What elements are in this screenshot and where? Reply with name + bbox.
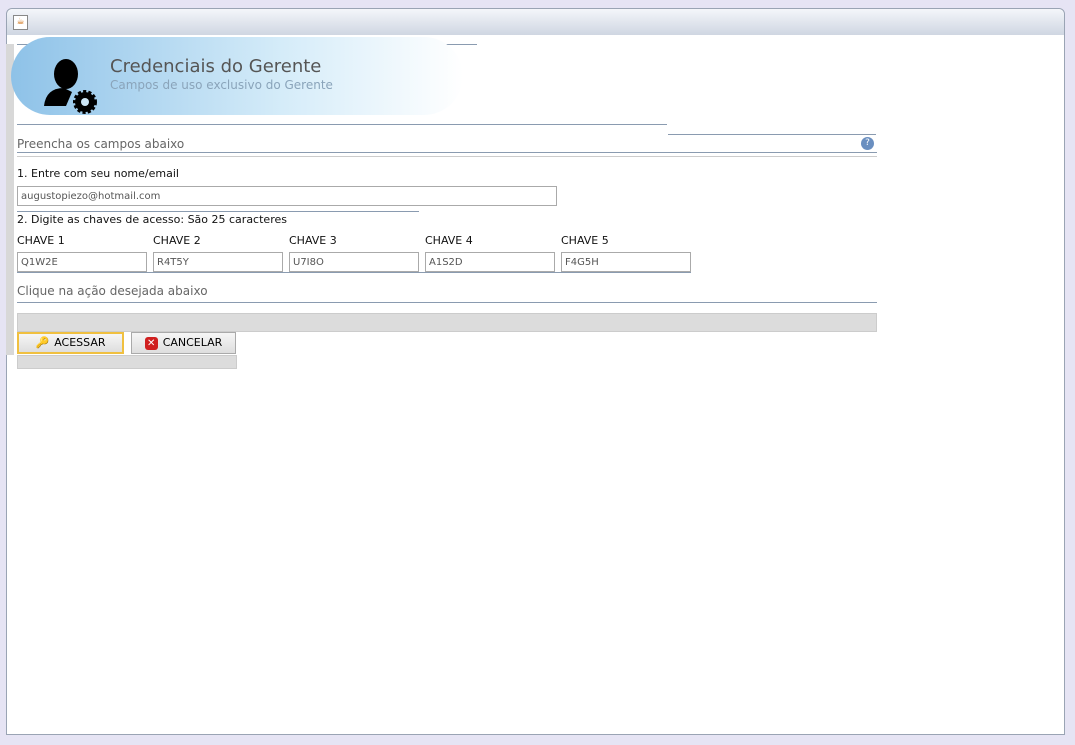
key-4-label: CHAVE 4 — [425, 234, 473, 247]
key-3-input[interactable]: U7I8O — [289, 252, 419, 272]
panel-footer — [17, 355, 237, 369]
cancel-button[interactable]: ✕ CANCELAR — [131, 332, 236, 354]
cancel-icon: ✕ — [144, 336, 158, 350]
key-5-input[interactable]: F4G5H — [561, 252, 691, 272]
title-bar: ☕ — [7, 9, 1064, 35]
key-2-input[interactable]: R4T5Y — [153, 252, 283, 272]
key-3-label: CHAVE 3 — [289, 234, 337, 247]
section-fill-fields: Preencha os campos abaixo — [17, 137, 185, 151]
help-icon[interactable]: ? — [861, 137, 874, 150]
key-1-input[interactable]: Q1W2E — [17, 252, 147, 272]
access-button[interactable]: 🔑 ACESSAR — [17, 332, 124, 354]
key-icon: 🔑 — [35, 336, 50, 349]
page-title: Credenciais do Gerente — [110, 56, 322, 77]
key-5-label: CHAVE 5 — [561, 234, 609, 247]
keys-label: 2. Digite as chaves de acesso: São 25 ca… — [17, 213, 287, 226]
java-icon: ☕ — [13, 15, 28, 30]
section-action: Clique na ação desejada abaixo — [17, 284, 208, 298]
app-window: ☕ — [6, 8, 1065, 735]
email-field[interactable]: augustopiezo@hotmail.com — [17, 186, 557, 206]
panel-edge — [6, 44, 14, 355]
access-label: ACESSAR — [54, 336, 106, 349]
key-2-label: CHAVE 2 — [153, 234, 201, 247]
page-subtitle: Campos de uso exclusivo do Gerente — [110, 78, 333, 92]
key-4-input[interactable]: A1S2D — [425, 252, 555, 272]
manager-gear-icon — [44, 59, 97, 114]
button-panel — [17, 313, 877, 332]
email-label: 1. Entre com seu nome/email — [17, 167, 179, 180]
cancel-label: CANCELAR — [162, 336, 223, 349]
key-1-label: CHAVE 1 — [17, 234, 65, 247]
